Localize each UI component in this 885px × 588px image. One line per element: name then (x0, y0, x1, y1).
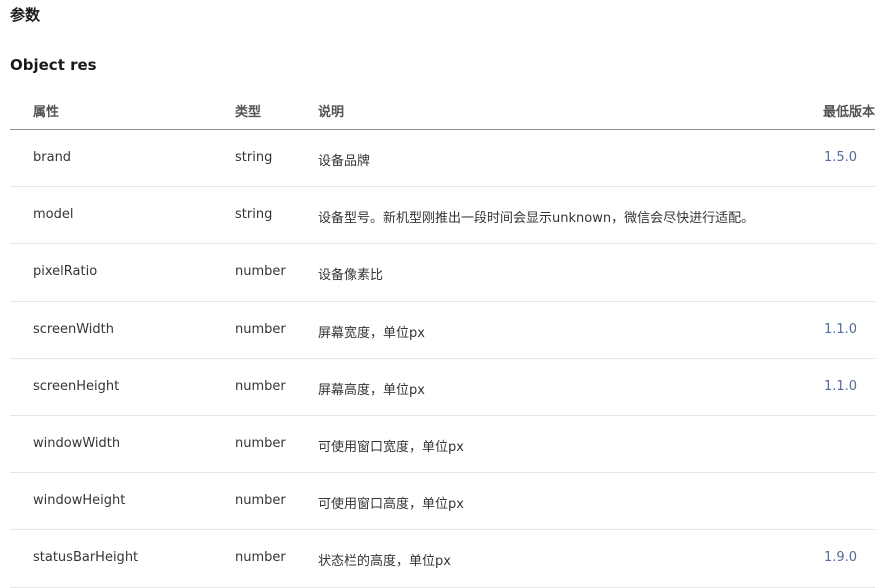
cell-version: 1.1.0 (824, 321, 858, 337)
header-desc: 说明 (318, 105, 345, 120)
section-title: 参数 (10, 6, 41, 24)
cell-desc: 可使用窗口高度，单位px (318, 497, 464, 513)
cell-prop: brand (33, 150, 72, 165)
cell-desc: 设备品牌 (318, 154, 371, 169)
table-row: screenHeight number 屏幕高度，单位px 1.1.0 (10, 359, 875, 416)
cell-desc: 屏幕宽度，单位px (318, 325, 425, 341)
table-row: screenWidth number 屏幕宽度，单位px 1.1.0 (10, 302, 875, 359)
table-row: windowWidth number 可使用窗口宽度，单位px (10, 416, 875, 474)
params-table: 属性 类型 说明 最低版本 brand string 设备品牌 1.5.0 mo… (10, 90, 875, 588)
cell-desc: 设备型号。新机型刚推出一段时间会显示unknown，微信会尽快进行适配。 (318, 211, 755, 227)
cell-prop: statusBarHeight (33, 550, 139, 566)
cell-version: 1.5.0 (824, 150, 858, 165)
table-header: 属性 类型 说明 最低版本 (10, 90, 875, 130)
header-version: 最低版本 (822, 105, 875, 120)
header-prop: 属性 (33, 105, 60, 120)
cell-type: number (235, 435, 286, 451)
cell-desc: 屏幕高度，单位px (318, 382, 425, 398)
cell-prop: screenHeight (33, 378, 120, 394)
table-row: model string 设备型号。新机型刚推出一段时间会显示unknown，微… (10, 187, 875, 245)
cell-type: string (235, 150, 273, 165)
cell-desc: 设备像素比 (318, 268, 384, 284)
cell-type: number (235, 378, 286, 394)
cell-desc: 状态栏的高度，单位px (318, 554, 451, 570)
header-type: 类型 (235, 105, 262, 120)
cell-prop: windowWidth (33, 435, 121, 451)
cell-desc: 可使用窗口宽度，单位px (318, 439, 464, 455)
cell-prop: pixelRatio (33, 264, 98, 280)
table-row: pixelRatio number 设备像素比 (10, 244, 875, 302)
cell-prop: windowHeight (33, 493, 126, 509)
cell-prop: screenWidth (33, 321, 114, 337)
table-row: statusBarHeight number 状态栏的高度，单位px 1.9.0 (10, 530, 875, 588)
cell-type: number (235, 493, 286, 509)
cell-type: number (235, 321, 286, 337)
cell-version: 1.9.0 (824, 550, 858, 566)
cell-type: string (235, 207, 273, 223)
object-title: Object res (10, 56, 97, 74)
cell-version: 1.1.0 (824, 378, 858, 394)
cell-type: number (235, 264, 286, 280)
table-row: windowHeight number 可使用窗口高度，单位px (10, 473, 875, 531)
doc-page: 参数 Object res 属性 类型 说明 最低版本 brand string… (0, 0, 885, 588)
cell-prop: model (33, 207, 74, 223)
table-row: brand string 设备品牌 1.5.0 (10, 130, 875, 188)
cell-type: number (235, 550, 286, 566)
